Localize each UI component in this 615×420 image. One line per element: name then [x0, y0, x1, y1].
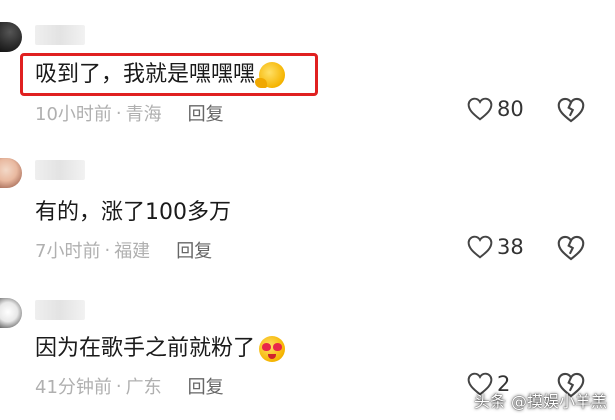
comment-time: 7小时前 [35, 241, 101, 262]
comment-text: 因为在歌手之前就粉了 [35, 334, 286, 364]
heart-outline-icon [467, 97, 493, 121]
comment-text: 有的，涨了100多万 [35, 198, 231, 228]
avatar[interactable] [0, 158, 22, 188]
comment-location: 广东 [125, 377, 162, 398]
reply-button[interactable]: 回复 [188, 100, 224, 126]
comment-location: 青海 [125, 104, 162, 125]
reply-button[interactable]: 回复 [176, 237, 212, 263]
avatar[interactable] [0, 298, 22, 328]
reply-button[interactable]: 回复 [188, 373, 224, 399]
comment-meta: 10小时前 · 青海 回复 [35, 100, 224, 126]
like-button[interactable]: 38 [467, 235, 524, 259]
comment-item: 有的，涨了100多万 7小时前 · 福建 回复 38 [0, 140, 615, 270]
comment-text: 吸到了，我就是嘿嘿嘿 [35, 60, 286, 90]
watermark: 头条 @摸娱小羊羔 [473, 392, 607, 411]
comment-time: 10小时前 [35, 104, 112, 125]
meta-separator: · [115, 375, 122, 397]
comment-text-content: 因为在歌手之前就粉了 [35, 336, 256, 361]
comment-text-content: 有的，涨了100多万 [35, 200, 231, 225]
comment-item: 吸到了，我就是嘿嘿嘿 10小时前 · 青海 回复 80 [0, 0, 615, 130]
comment-location: 福建 [114, 241, 151, 262]
broken-heart-icon[interactable] [557, 235, 585, 261]
username-blurred[interactable] [35, 300, 85, 320]
comment-meta: 41分钟前 · 广东 回复 [35, 373, 224, 399]
username-blurred[interactable] [35, 160, 85, 180]
comment-meta: 7小时前 · 福建 回复 [35, 237, 212, 263]
heart-outline-icon [467, 235, 493, 259]
like-count: 80 [497, 97, 524, 121]
broken-heart-icon[interactable] [557, 97, 585, 123]
meta-separator: · [115, 102, 122, 124]
comment-text-content: 吸到了，我就是嘿嘿嘿 [35, 62, 256, 87]
meta-separator: · [104, 239, 111, 261]
like-button[interactable]: 80 [467, 97, 524, 121]
username-blurred[interactable] [35, 25, 85, 45]
thinking-face-emoji [255, 62, 286, 88]
comment-time: 41分钟前 [35, 377, 112, 398]
heart-eyes-emoji [259, 336, 286, 362]
like-count: 38 [497, 235, 524, 259]
avatar[interactable] [0, 22, 22, 52]
